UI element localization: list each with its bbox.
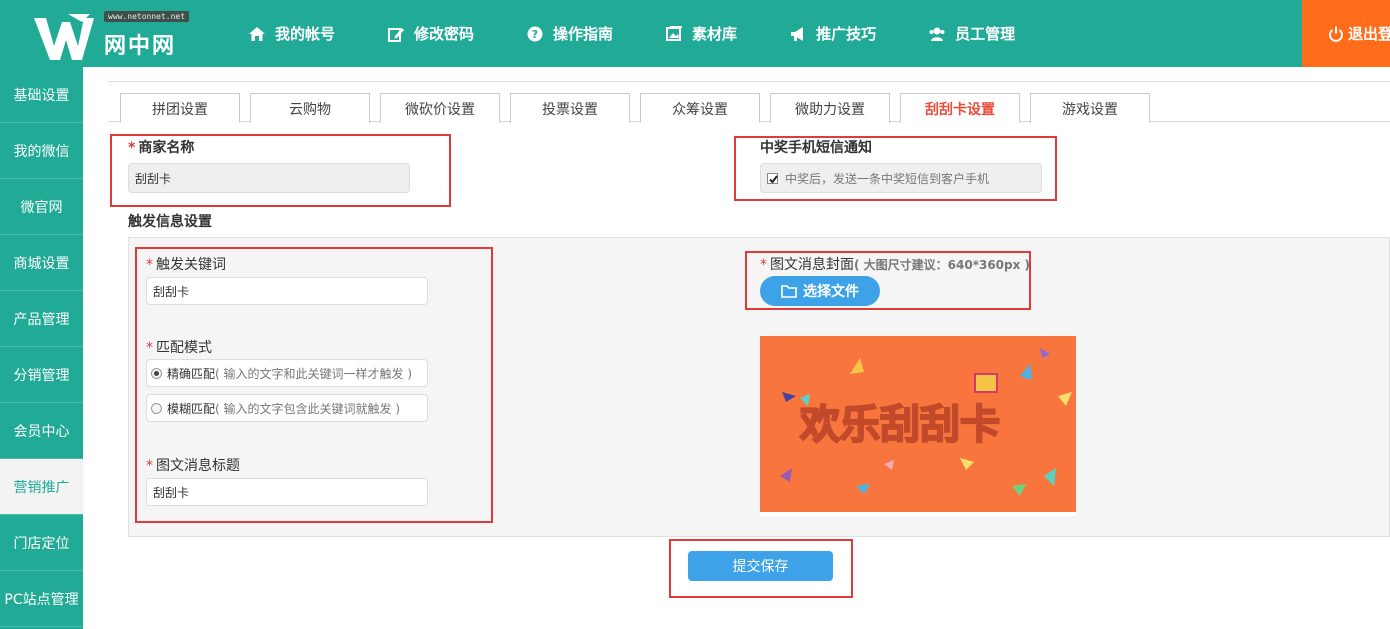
- logo[interactable]: www.netonnet.net 网中网: [32, 8, 192, 60]
- tab-assist[interactable]: 微助力设置: [770, 93, 890, 123]
- highlight-box: [110, 134, 451, 207]
- tab-label: 投票设置: [542, 101, 598, 118]
- sidebar-item-distribution[interactable]: 分销管理: [0, 347, 83, 403]
- sidebar-item-label: 商城设置: [13, 255, 70, 272]
- sidebar-item-label: 分销管理: [13, 367, 70, 384]
- gallery-icon: [666, 25, 683, 41]
- tab-vote[interactable]: 投票设置: [510, 93, 630, 123]
- highlight-box: [745, 251, 1031, 310]
- power-icon: [1329, 26, 1343, 42]
- sidebar-item-basic-settings[interactable]: 基础设置: [0, 67, 83, 123]
- nav-materials[interactable]: 素材库: [665, 0, 737, 67]
- sidebar-item-store-location[interactable]: 门店定位: [0, 515, 83, 571]
- sidebar-item-label: 门店定位: [13, 535, 70, 552]
- help-icon: ?: [527, 26, 543, 41]
- trigger-section-title: 触发信息设置: [128, 214, 212, 230]
- tab-label: 微砍价设置: [405, 101, 475, 118]
- tab-label: 游戏设置: [1062, 101, 1118, 118]
- sidebar-item-label: 我的微信: [13, 143, 70, 160]
- nav-guide[interactable]: ? 操作指南: [526, 0, 613, 67]
- highlight-box: [669, 539, 853, 598]
- tab-cloud-shopping[interactable]: 云购物: [250, 93, 370, 123]
- sidebar: 基础设置 我的微信 微官网 商城设置 产品管理 分销管理 会员中心 营销推广 门…: [0, 67, 83, 629]
- sidebar-item-products[interactable]: 产品管理: [0, 291, 83, 347]
- tab-crowdfunding[interactable]: 众筹设置: [640, 93, 760, 123]
- nav-promo-tips[interactable]: 推广技巧: [789, 0, 876, 67]
- sidebar-item-label: 会员中心: [13, 423, 70, 440]
- sidebar-item-label: 产品管理: [13, 311, 70, 328]
- edit-icon: [388, 27, 405, 42]
- logo-w-icon: [34, 14, 94, 60]
- nav-label: 员工管理: [955, 25, 1016, 43]
- cover-image: 欢乐刮刮卡: [760, 336, 1076, 516]
- top-header: www.netonnet.net 网中网 我的帐号 修改密码 ? 操作指南 素材…: [0, 0, 1390, 67]
- tab-games[interactable]: 游戏设置: [1030, 93, 1150, 123]
- sidebar-item-members[interactable]: 会员中心: [0, 403, 83, 459]
- tab-label: 拼团设置: [152, 101, 208, 118]
- sidebar-item-label: 营销推广: [13, 479, 70, 496]
- top-nav: 我的帐号 修改密码 ? 操作指南 素材库 推广技巧 员工管理: [248, 0, 1067, 67]
- nav-staff[interactable]: 员工管理: [928, 0, 1015, 67]
- tab-label: 微助力设置: [795, 101, 865, 118]
- highlight-box: [734, 136, 1057, 201]
- users-icon: [929, 27, 945, 41]
- logo-text: 网中网: [104, 34, 177, 59]
- nav-label: 推广技巧: [816, 25, 877, 43]
- tab-label: 刮刮卡设置: [925, 101, 995, 118]
- sidebar-item-label: 微官网: [20, 199, 63, 216]
- nav-my-account[interactable]: 我的帐号: [248, 0, 335, 67]
- nav-label: 素材库: [692, 25, 738, 43]
- sidebar-item-marketing[interactable]: 营销推广: [0, 459, 83, 515]
- sidebar-item-label: 基础设置: [13, 87, 70, 104]
- nav-change-password[interactable]: 修改密码: [387, 0, 474, 67]
- highlight-box: [135, 247, 493, 523]
- logout-label: 退出登: [1348, 25, 1390, 43]
- logout-button[interactable]: 退出登: [1302, 0, 1390, 67]
- sidebar-item-pc-site[interactable]: PC站点管理: [0, 571, 83, 627]
- tab-label: 众筹设置: [672, 101, 728, 118]
- nav-label: 操作指南: [553, 25, 614, 43]
- svg-text:?: ?: [532, 28, 538, 41]
- settings-tabs: 拼团设置 云购物 微砍价设置 投票设置 众筹设置 微助力设置 刮刮卡设置 游戏设…: [108, 81, 1390, 123]
- sidebar-item-my-wechat[interactable]: 我的微信: [0, 123, 83, 179]
- cover-image-text: 欢乐刮刮卡: [799, 402, 1000, 448]
- home-icon: [249, 26, 265, 41]
- tab-scratch-card[interactable]: 刮刮卡设置: [900, 93, 1020, 123]
- cover-image-graphic: 欢乐刮刮卡: [760, 336, 1076, 516]
- megaphone-icon: [791, 26, 804, 41]
- tab-group-buy[interactable]: 拼团设置: [120, 93, 240, 123]
- logo-url: www.netonnet.net: [104, 11, 190, 22]
- nav-label: 修改密码: [414, 25, 475, 43]
- tab-label: 云购物: [289, 101, 331, 118]
- nav-label: 我的帐号: [275, 25, 336, 43]
- tab-bargain[interactable]: 微砍价设置: [380, 93, 500, 123]
- sidebar-item-label: PC站点管理: [4, 591, 79, 608]
- sidebar-item-micro-site[interactable]: 微官网: [0, 179, 83, 235]
- sidebar-item-shop-settings[interactable]: 商城设置: [0, 235, 83, 291]
